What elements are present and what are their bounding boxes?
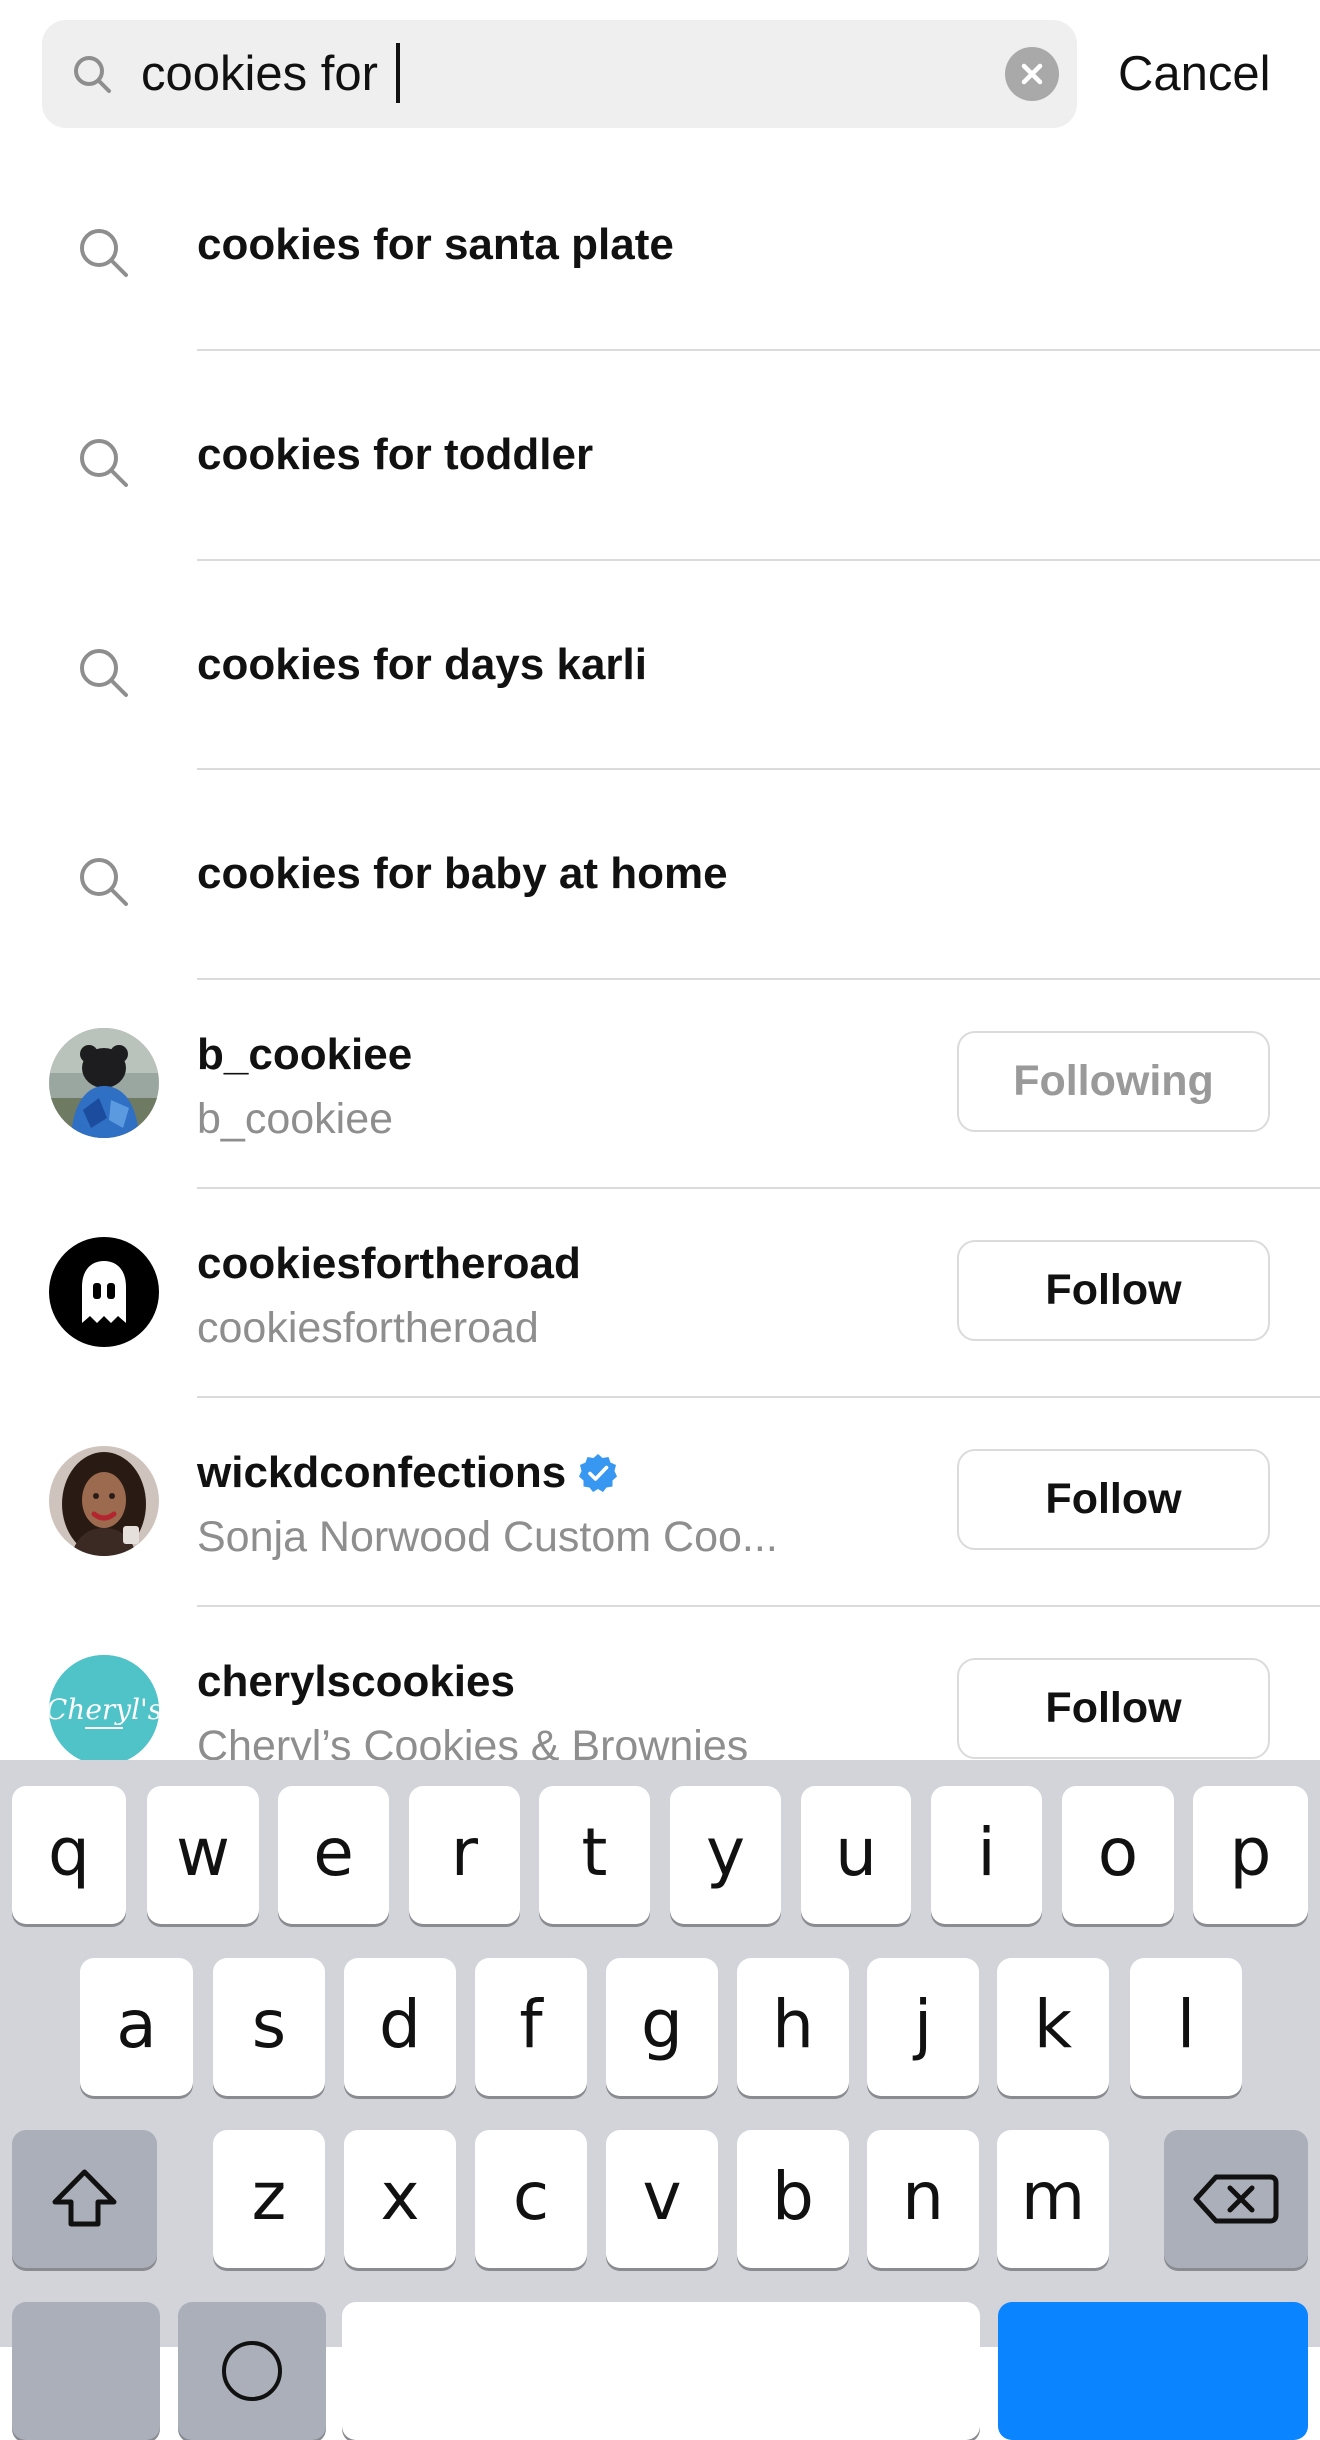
suggestion-label: cookies for days karli	[197, 640, 647, 689]
avatar: Cheryl's	[49, 1655, 159, 1765]
key-c[interactable]: c	[475, 2130, 587, 2268]
close-icon	[1021, 63, 1043, 85]
avatar	[49, 1028, 159, 1138]
clear-search-button[interactable]	[1005, 47, 1059, 101]
account-subtitle: cookiesfortheroad	[197, 1304, 539, 1352]
key-m[interactable]: m	[997, 2130, 1109, 2268]
key-x[interactable]: x	[344, 2130, 456, 2268]
account-row[interactable]: b_cookiee b_cookiee Following	[0, 979, 1320, 1188]
account-row[interactable]: cookiesfortheroad cookiesfortheroad Foll…	[0, 1188, 1320, 1397]
search-icon	[75, 434, 131, 490]
avatar	[49, 1446, 159, 1556]
key-q[interactable]: q	[12, 1786, 126, 1924]
search-query-text: cookies for	[141, 47, 392, 101]
space-key[interactable]	[342, 2302, 980, 2440]
key-y[interactable]: y	[670, 1786, 781, 1924]
cancel-button[interactable]: Cancel	[1118, 20, 1271, 128]
account-subtitle: b_cookiee	[197, 1095, 394, 1143]
text-cursor	[395, 43, 400, 104]
search-icon	[75, 644, 131, 700]
key-o[interactable]: o	[1062, 1786, 1174, 1924]
account-username: cherylscookies	[197, 1657, 515, 1706]
key-j[interactable]: j	[867, 1958, 979, 2096]
follow-button[interactable]: Follow	[957, 1658, 1270, 1759]
account-subtitle: Sonja Norwood Custom Coo...	[197, 1513, 778, 1561]
key-i[interactable]: i	[931, 1786, 1042, 1924]
key-b[interactable]: b	[737, 2130, 849, 2268]
key-v[interactable]: v	[606, 2130, 718, 2268]
follow-button[interactable]: Follow	[957, 1240, 1270, 1341]
key-d[interactable]: d	[344, 1958, 456, 2096]
backspace-key[interactable]	[1164, 2130, 1308, 2268]
emoji-icon	[222, 2341, 282, 2401]
suggestion-item[interactable]: cookies for toddler	[0, 350, 1320, 559]
search-icon	[75, 853, 131, 909]
suggestion-item[interactable]: cookies for days karli	[0, 560, 1320, 769]
return-key[interactable]	[998, 2302, 1308, 2440]
suggestion-label: cookies for santa plate	[197, 220, 674, 269]
key-a[interactable]: a	[80, 1958, 193, 2096]
shift-icon	[52, 2169, 117, 2227]
following-button[interactable]: Following	[957, 1031, 1270, 1132]
key-z[interactable]: z	[213, 2130, 325, 2268]
suggestion-item[interactable]: cookies for santa plate	[0, 140, 1320, 349]
cheryls-logo-text: Cheryl's	[49, 1693, 159, 1726]
key-f[interactable]: f	[475, 1958, 587, 2096]
suggestion-label: cookies for baby at home	[197, 849, 728, 898]
key-s[interactable]: s	[213, 1958, 325, 2096]
search-icon	[75, 224, 131, 280]
account-username-text: wickdconfections	[197, 1448, 567, 1497]
avatar	[49, 1237, 159, 1347]
account-row[interactable]: wickdconfections Sonja Norwood Custom Co…	[0, 1397, 1320, 1606]
key-u[interactable]: u	[801, 1786, 911, 1924]
keyboard: q w e r t y u i o p a s d f g h j k l z …	[0, 1760, 1320, 2440]
key-t[interactable]: t	[539, 1786, 650, 1924]
account-username: cookiesfortheroad	[197, 1239, 581, 1288]
search-input[interactable]: cookies for	[141, 20, 400, 128]
follow-button[interactable]: Follow	[957, 1449, 1270, 1550]
search-icon	[70, 52, 114, 96]
key-h[interactable]: h	[737, 1958, 849, 2096]
account-username: b_cookiee	[197, 1030, 413, 1079]
search-bar[interactable]: cookies for	[42, 20, 1077, 128]
suggestion-item[interactable]: cookies for baby at home	[0, 769, 1320, 978]
backspace-icon	[1193, 2174, 1279, 2224]
key-k[interactable]: k	[997, 1958, 1109, 2096]
suggestion-label: cookies for toddler	[197, 430, 594, 479]
key-n[interactable]: n	[867, 2130, 979, 2268]
key-l[interactable]: l	[1130, 1958, 1242, 2096]
key-w[interactable]: w	[147, 1786, 259, 1924]
key-g[interactable]: g	[606, 1958, 718, 2096]
numbers-key[interactable]	[12, 2302, 160, 2440]
shift-key[interactable]	[12, 2130, 157, 2268]
verified-badge-icon	[578, 1451, 618, 1493]
key-e[interactable]: e	[278, 1786, 389, 1924]
key-p[interactable]: p	[1193, 1786, 1308, 1924]
key-r[interactable]: r	[409, 1786, 520, 1924]
emoji-key[interactable]	[178, 2302, 326, 2440]
account-username: wickdconfections	[197, 1445, 618, 1501]
